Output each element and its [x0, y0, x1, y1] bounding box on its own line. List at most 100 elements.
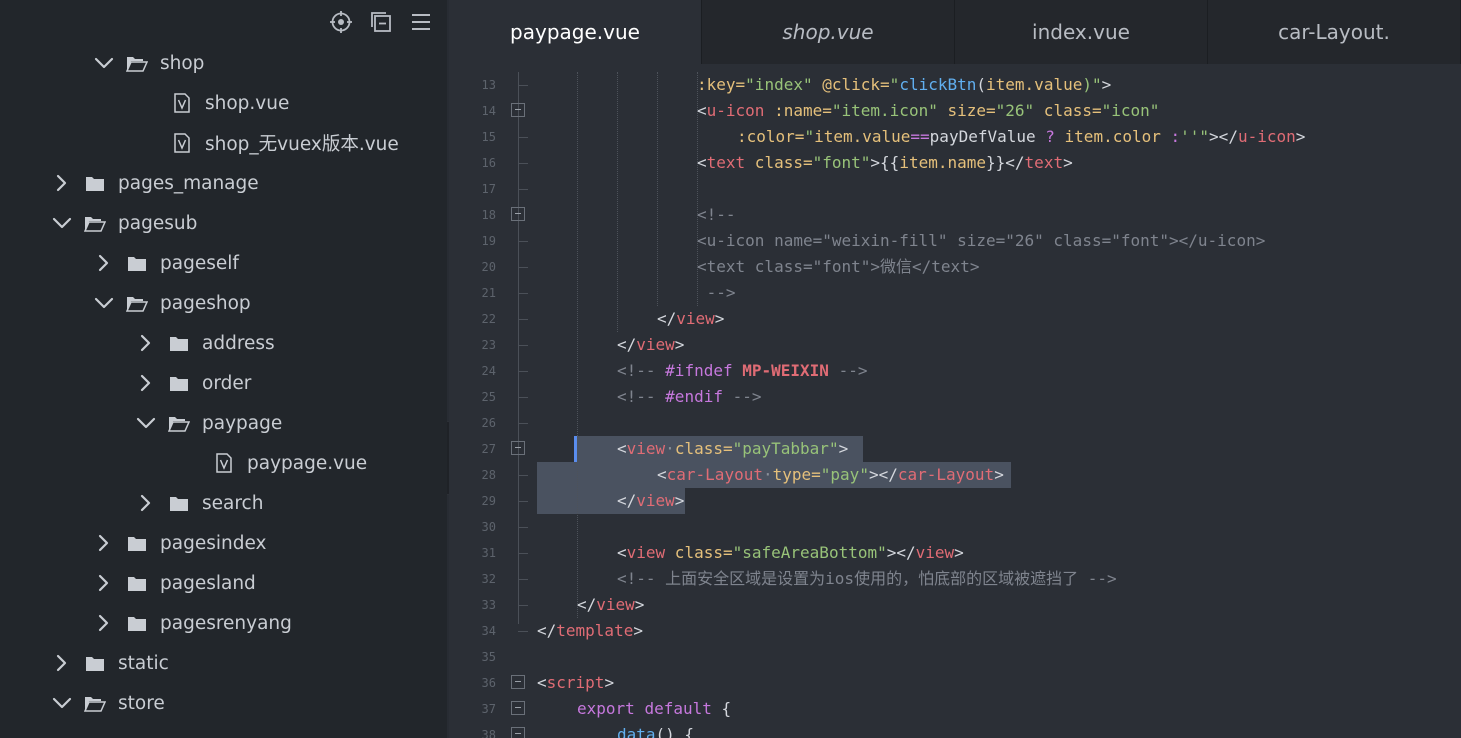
chevron-down-icon[interactable]	[94, 53, 114, 73]
code-line[interactable]: 24 <!-- #ifndef MP-WEIXIN -->	[449, 358, 1461, 384]
chevron-down-icon[interactable]	[94, 293, 114, 313]
line-number: 34	[481, 624, 496, 638]
code-line[interactable]: 30	[449, 514, 1461, 540]
tree-item-order[interactable]: order	[0, 363, 447, 403]
folder-open-icon	[84, 213, 106, 233]
tree-item-pagesrenyang[interactable]: pagesrenyang	[0, 603, 447, 643]
code-line[interactable]: 29 </view>	[449, 488, 1461, 514]
code-line[interactable]: 14 <u-icon :name="item.icon" size="26" cl…	[449, 98, 1461, 124]
code-text: </view>	[657, 306, 724, 332]
code-line[interactable]: 27 <view·class="payTabbar">	[449, 436, 1461, 462]
code-text: <u-icon name="weixin-fill" size="26" cla…	[697, 228, 1265, 254]
tree-item-label: shop.vue	[205, 92, 290, 114]
tree-item-store[interactable]: store	[0, 683, 447, 723]
line-number: 29	[481, 494, 496, 508]
tree-item-static[interactable]: static	[0, 643, 447, 683]
chevron-down-icon[interactable]	[52, 693, 72, 713]
code-line[interactable]: 22 </view>	[449, 306, 1461, 332]
chevron-right-icon[interactable]	[136, 373, 156, 393]
fold-toggle-icon[interactable]	[511, 701, 525, 715]
code-line[interactable]: 25 <!-- #endif -->	[449, 384, 1461, 410]
tree-item-shop-vuex-vue[interactable]: shop_无vuex版本.vue	[0, 123, 447, 163]
line-number: 26	[481, 416, 496, 430]
chevron-right-icon[interactable]	[136, 333, 156, 353]
code-line[interactable]: 23 </view>	[449, 332, 1461, 358]
tree-item-paypage-vue[interactable]: paypage.vue	[0, 443, 447, 483]
tree-item-pages-manage[interactable]: pages_manage	[0, 163, 447, 203]
line-number: 36	[481, 676, 496, 690]
collapse-all-icon[interactable]	[369, 8, 393, 36]
fold-toggle-icon[interactable]	[511, 441, 525, 455]
code-line[interactable]: 28 <car-Layout·type="pay"></car-Layout>	[449, 462, 1461, 488]
chevron-right-icon[interactable]	[136, 493, 156, 513]
chevron-right-icon[interactable]	[94, 613, 114, 633]
code-line[interactable]: 15:color="item.value==payDefValue ? item…	[449, 124, 1461, 150]
code-line[interactable]: 36 <script>	[449, 670, 1461, 696]
tree-item-address[interactable]: address	[0, 323, 447, 363]
code-text: </view>	[617, 332, 684, 358]
tree-item-pageself[interactable]: pageself	[0, 243, 447, 283]
code-token: >	[674, 335, 685, 354]
code-text: </view>	[617, 488, 684, 514]
chevron-down-icon[interactable]	[136, 413, 156, 433]
chevron-right-icon[interactable]	[94, 533, 114, 553]
chevron-right-icon[interactable]	[52, 653, 72, 673]
code-token: ·	[762, 465, 773, 484]
code-line[interactable]: 38 data() {	[449, 722, 1461, 738]
tab-paypage-vue[interactable]: paypage.vue	[449, 0, 702, 64]
code-line[interactable]: 32 <!-- 上面安全区域是设置为ios使用的，怕底部的区域被遮挡了 -->	[449, 566, 1461, 592]
tree-item-pagesland[interactable]: pagesland	[0, 563, 447, 603]
code-line[interactable]: 17	[449, 176, 1461, 202]
code-line[interactable]: 18 <!--	[449, 202, 1461, 228]
code-text: <text class="font">{{item.name}}</text>	[697, 150, 1073, 176]
fold-toggle-icon[interactable]	[511, 727, 525, 738]
folder-icon	[168, 333, 190, 353]
code-text: </template>	[537, 618, 643, 644]
locate-icon[interactable]	[329, 8, 353, 36]
fold-toggle-icon[interactable]	[511, 207, 525, 221]
code-token: clickBtn	[899, 75, 977, 94]
code-token: <	[537, 673, 547, 692]
tree-item-label: search	[202, 492, 264, 514]
code-line[interactable]: 31 <view class="safeAreaBottom"></view>	[449, 540, 1461, 566]
fold-toggle-icon[interactable]	[511, 675, 525, 689]
folder-icon	[168, 493, 190, 513]
tree-item-shop-vue[interactable]: shop.vue	[0, 83, 447, 123]
code-line[interactable]: 35	[449, 644, 1461, 670]
chevron-right-icon[interactable]	[52, 173, 72, 193]
tree-item-paypage[interactable]: paypage	[0, 403, 447, 443]
code-token: view	[626, 439, 666, 458]
tree-item-pagesub[interactable]: pagesub	[0, 203, 447, 243]
code-token: >	[674, 491, 685, 510]
code-line[interactable]: 16 <text class="font">{{item.name}}</text…	[449, 150, 1461, 176]
chevron-right-icon[interactable]	[94, 573, 114, 593]
fold-toggle-icon[interactable]	[511, 103, 525, 117]
code-line[interactable]: 20 <text class="font">微信</text>	[449, 254, 1461, 280]
code-line[interactable]: 34 </template>	[449, 618, 1461, 644]
code-token: <text class="font">微信</text>	[697, 257, 980, 276]
code-line[interactable]: 26	[449, 410, 1461, 436]
tab-car-layout-vue[interactable]: car-Layout.	[1208, 0, 1461, 64]
code-token: default	[644, 699, 722, 718]
tab-shop-vue[interactable]: shop.vue	[702, 0, 955, 64]
code-token: "26"	[995, 101, 1035, 120]
folder-icon	[126, 533, 148, 553]
code-line[interactable]: 21 -->	[449, 280, 1461, 306]
tree-item-pageshop[interactable]: pageshop	[0, 283, 447, 323]
tree-item-shop[interactable]: shop	[0, 43, 447, 83]
tree-item-pagesindex[interactable]: pagesindex	[0, 523, 447, 563]
code-editor[interactable]: 13:key="index" @click="clickBtn(item.val…	[449, 64, 1461, 738]
tree-item-search[interactable]: search	[0, 483, 447, 523]
code-line[interactable]: 37 export default {	[449, 696, 1461, 722]
code-token: text	[1024, 153, 1064, 172]
code-token: car-Layout	[897, 465, 995, 484]
code-token: class=	[665, 543, 733, 562]
tab-index-vue[interactable]: index.vue	[955, 0, 1208, 64]
code-line[interactable]: 19 <u-icon name="weixin-fill" size="26" c…	[449, 228, 1461, 254]
chevron-right-icon[interactable]	[94, 253, 114, 273]
code-line[interactable]: 13:key="index" @click="clickBtn(item.val…	[449, 72, 1461, 98]
code-line[interactable]: 33 </view>	[449, 592, 1461, 618]
code-token: view	[636, 335, 675, 354]
chevron-down-icon[interactable]	[52, 213, 72, 233]
menu-icon[interactable]	[409, 8, 433, 36]
